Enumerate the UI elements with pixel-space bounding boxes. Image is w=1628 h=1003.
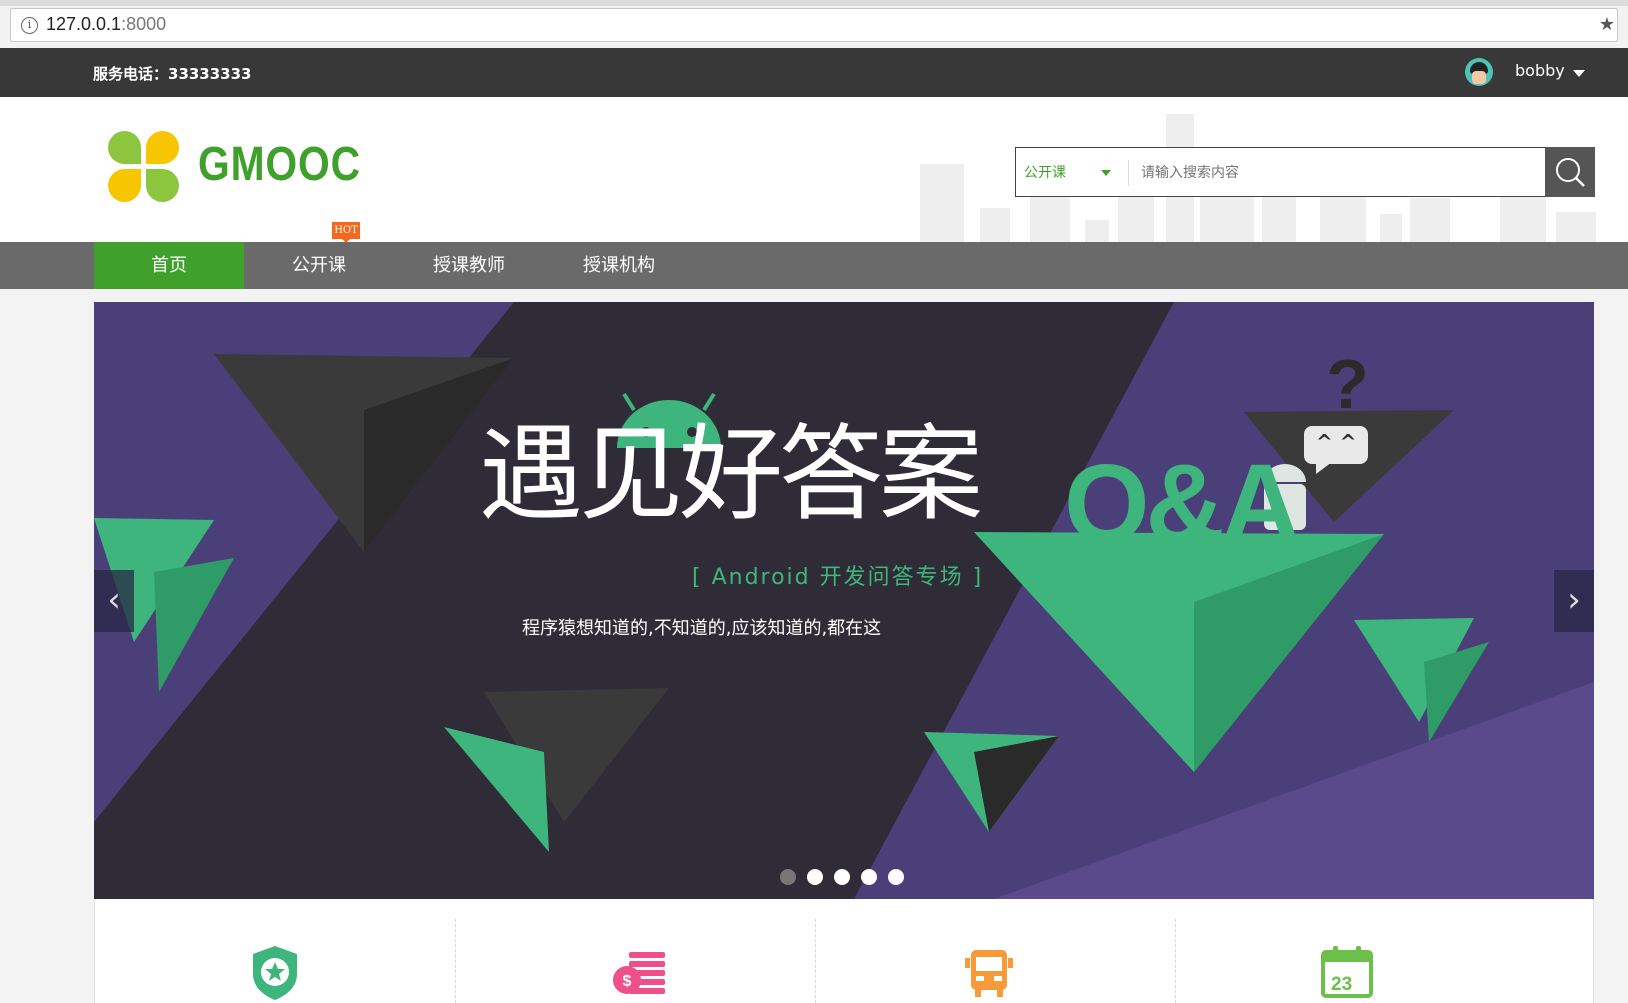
search-type-select[interactable]: 公开课 [1024,162,1066,182]
info-icon[interactable]: i [21,17,38,34]
banner-dot-1[interactable] [780,869,796,885]
search-bar: 公开课 [1015,147,1595,197]
nav-item-teachers[interactable]: 授课教师 [394,242,544,289]
site-header: GMOOC 公开课 HOT [0,97,1628,242]
banner-dot-5[interactable] [888,869,904,885]
search-icon [1556,158,1585,187]
search-button[interactable] [1545,147,1595,197]
service-phone: 服务电话：33333333 [93,65,252,83]
feature-divider [455,919,456,1003]
main-nav: 首页 公开课 授课教师 授课机构 [0,242,1628,289]
avatar[interactable] [1465,58,1493,86]
bubble-face-text: ^ ^ [1316,430,1357,454]
banner-subtitle: [ Android 开发问答专场 ] [692,565,984,590]
bookmark-star-icon[interactable]: ★ [1599,14,1615,35]
url-port: :8000 [121,14,167,34]
money-stack-icon: $ [613,952,665,994]
browser-address-bar: i 127.0.0.1:8000 ★ [0,0,1628,48]
nav-item-open-courses[interactable]: 公开课 [244,242,394,289]
browser-tab-strip [0,0,1628,6]
nav-item-organizations[interactable]: 授课机构 [544,242,694,289]
question-mark-icon: ? [1326,345,1369,423]
features-strip: $ 23 [94,899,1594,1003]
bus-icon [965,950,1013,997]
feature-divider [815,919,816,1003]
hot-badge: HOT [332,222,360,242]
banner-qa-text: Q&A [1064,442,1300,565]
nav-item-home[interactable]: 首页 [94,242,244,289]
logo-mark[interactable] [108,131,180,203]
url-field[interactable]: i 127.0.0.1:8000 ★ [10,8,1618,42]
hero-banner[interactable]: 遇见好答案 [ Android 开发问答专场 ] 程序猿想知道的,不知道的,应该… [94,302,1594,899]
banner-prev-button[interactable]: ‹ [94,570,134,632]
svg-text:$: $ [623,973,632,990]
calendar-day: 23 [1331,974,1353,995]
feature-divider [1175,919,1176,1003]
banner-headline: 遇见好答案 [479,413,983,535]
search-input[interactable] [1141,160,1541,186]
search-type-caret-icon[interactable] [1101,170,1111,176]
search-separator [1128,160,1129,186]
banner-dot-2[interactable] [807,869,823,885]
banner-dot-4[interactable] [861,869,877,885]
url-text[interactable]: 127.0.0.1:8000 [46,14,166,35]
logo-text[interactable]: GMOOC [198,137,361,192]
banner-background [94,302,1594,899]
banner-tagline: 程序猿想知道的,不知道的,应该知道的,都在这 [522,618,882,639]
username[interactable]: bobby [1515,61,1565,80]
shield-star-icon [253,946,297,1000]
banner-dot-3[interactable] [834,869,850,885]
url-host: 127.0.0.1 [46,14,122,34]
banner-next-button[interactable]: › [1554,570,1594,632]
user-dropdown-caret-icon[interactable] [1573,70,1585,77]
top-bar: 服务电话：33333333 bobby [0,48,1628,97]
